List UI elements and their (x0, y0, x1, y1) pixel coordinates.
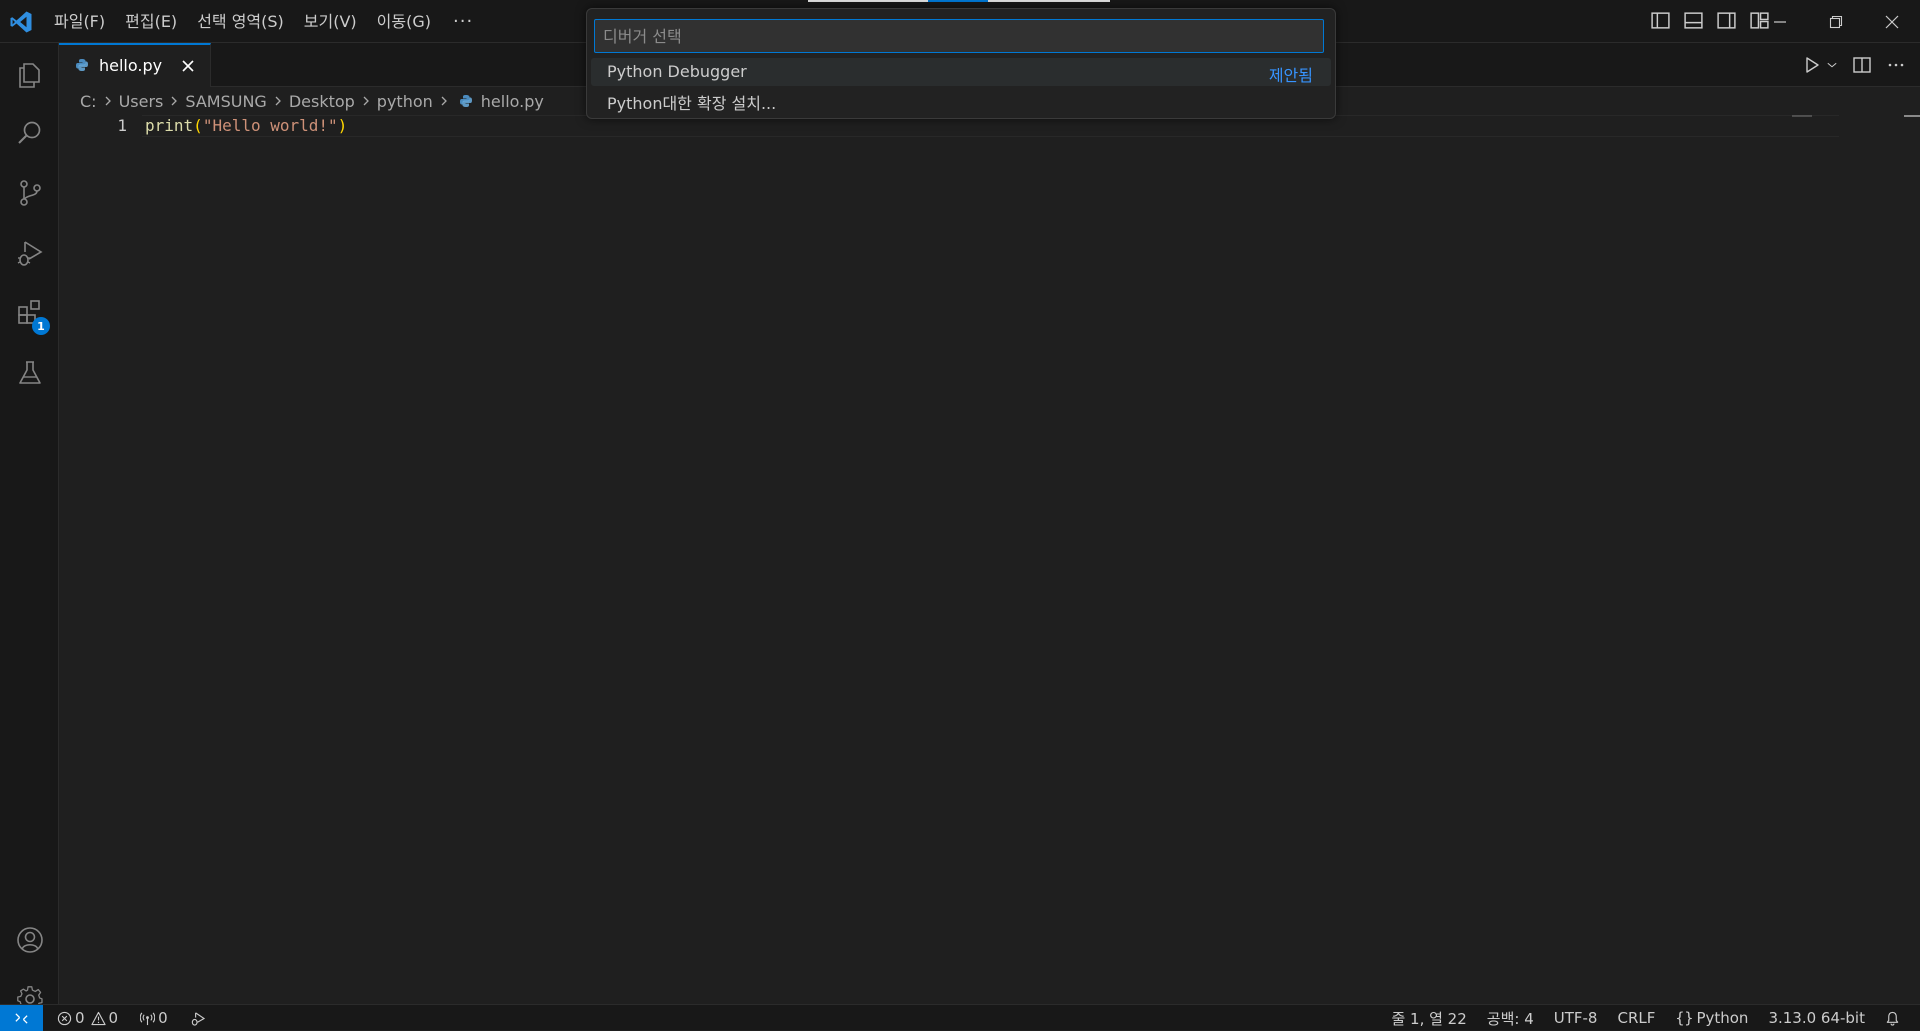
notifications-button[interactable] (1875, 1011, 1910, 1026)
warning-icon (90, 1011, 106, 1025)
activity-testing[interactable] (0, 345, 59, 401)
title-indicator-left (808, 0, 928, 2)
broadcast-icon (140, 1012, 156, 1025)
toggle-primary-sidebar-icon[interactable] (1650, 10, 1671, 31)
status-left: 0 0 0 (52, 1005, 210, 1031)
code-editor[interactable]: 1 print("Hello world!") (59, 115, 1920, 1004)
problems-button[interactable]: 0 0 (52, 1009, 123, 1027)
activity-search[interactable] (0, 105, 59, 161)
error-icon (57, 1011, 72, 1025)
breadcrumb-users[interactable]: Users (119, 92, 164, 111)
menu-view[interactable]: 보기(V) (294, 0, 367, 43)
close-window-button[interactable] (1864, 0, 1920, 43)
python-interpreter[interactable]: 3.13.0 64-bit (1758, 1009, 1875, 1027)
vertical-scrollbar[interactable] (1904, 115, 1920, 117)
ports-count: 0 (158, 1009, 168, 1027)
end-of-line[interactable]: CRLF (1607, 1009, 1665, 1027)
indentation[interactable]: 공백: 4 (1477, 1008, 1544, 1029)
window-controls (1752, 0, 1920, 43)
chevron-right-icon (441, 96, 447, 106)
remote-icon (15, 1012, 28, 1024)
chevron-right-icon (171, 96, 178, 106)
breadcrumb-python[interactable]: python (377, 92, 433, 111)
close-icon (1885, 15, 1899, 28)
run-dropdown-chevron-icon[interactable] (1826, 55, 1838, 75)
breadcrumb-desktop[interactable]: Desktop (289, 92, 355, 111)
restore-button[interactable] (1808, 0, 1864, 43)
explorer-icon (18, 63, 40, 88)
split-editor-icon[interactable] (1852, 55, 1872, 75)
toggle-secondary-sidebar-icon[interactable] (1716, 10, 1737, 31)
python-file-icon (76, 59, 88, 71)
minimize-icon (1774, 20, 1786, 23)
quick-pick-item-install-extension[interactable]: Python대한 확장 설치... (591, 86, 1331, 114)
extensions-badge: 1 (32, 317, 50, 335)
run-file-icon[interactable] (1802, 55, 1822, 75)
quick-pick-item-python-debugger[interactable]: Python Debugger 제안됨 (591, 58, 1331, 86)
search-icon (17, 121, 40, 144)
suggested-tag: 제안됨 (1268, 66, 1313, 85)
error-count: 0 (75, 1009, 85, 1027)
title-indicator-center (928, 0, 988, 2)
python-file-icon (459, 95, 472, 107)
menu-bar: 파일(F) 편집(E) 선택 영역(S) 보기(V) 이동(G) ··· (44, 0, 485, 43)
debugger-select-input[interactable] (594, 19, 1324, 53)
quick-pick-item-label: Python대한 확장 설치... (607, 94, 777, 113)
language-label: Python (1696, 1009, 1749, 1027)
activity-accounts[interactable] (0, 912, 59, 968)
breadcrumb-drive[interactable]: C: (80, 92, 97, 111)
title-indicator-right (988, 0, 1110, 2)
bell-icon (1886, 1011, 1899, 1026)
activity-run-debug[interactable] (0, 225, 59, 281)
chevron-right-icon (363, 96, 369, 106)
breadcrumb-samsung[interactable]: SAMSUNG (185, 92, 266, 111)
status-right: 줄 1, 열 22 공백: 4 UTF-8 CRLF {} Python 3.1… (1381, 1005, 1910, 1031)
warning-count: 0 (108, 1009, 119, 1027)
remote-indicator-button[interactable] (0, 1005, 43, 1031)
tab-hello-py[interactable]: hello.py (59, 43, 211, 87)
menu-edit[interactable]: 편집(E) (115, 0, 187, 43)
minimap[interactable] (1792, 115, 1812, 117)
activity-bar: 1 (0, 43, 59, 1013)
breadcrumb-file[interactable]: hello.py (481, 92, 544, 111)
activity-extensions[interactable]: 1 (0, 285, 59, 341)
code-function: print (145, 116, 194, 135)
toggle-panel-icon[interactable] (1683, 10, 1704, 31)
status-bar: 0 0 0 줄 1, 열 22 공백: 4 UTF-8 CRLF {} Pyth… (0, 1004, 1920, 1031)
ports-button[interactable]: 0 (135, 1009, 173, 1027)
chevron-right-icon (275, 96, 281, 106)
language-mode[interactable]: {} Python (1665, 1009, 1758, 1027)
cursor-position[interactable]: 줄 1, 열 22 (1381, 1008, 1476, 1029)
menu-more-icon[interactable]: ··· (441, 2, 485, 42)
activity-source-control[interactable] (0, 165, 59, 221)
debug-status-button[interactable] (185, 1011, 210, 1026)
line-number: 1 (117, 116, 127, 135)
quick-pick-widget: Python Debugger 제안됨 Python대한 확장 설치... (586, 8, 1336, 119)
chevron-right-icon (105, 96, 111, 106)
debug-alt-icon (191, 1011, 205, 1026)
menu-go[interactable]: 이동(G) (367, 0, 441, 43)
run-debug-icon (17, 241, 43, 266)
file-encoding[interactable]: UTF-8 (1544, 1009, 1608, 1027)
menu-selection[interactable]: 선택 영역(S) (187, 0, 294, 43)
testing-icon (18, 361, 41, 384)
quick-pick-item-label: Python Debugger (607, 62, 747, 81)
menu-file[interactable]: 파일(F) (44, 0, 115, 43)
code-string: "Hello world!" (202, 116, 338, 135)
code-paren-open: ( (193, 116, 203, 135)
breadcrumb: C: Users SAMSUNG Desktop python hello.py (80, 87, 544, 115)
accounts-icon (16, 927, 43, 953)
vscode-logo-icon[interactable] (9, 10, 33, 34)
more-actions-icon[interactable] (1886, 55, 1906, 75)
activity-explorer[interactable] (0, 47, 59, 103)
tab-close-icon[interactable] (180, 58, 196, 74)
source-control-icon (19, 180, 41, 206)
restore-icon (1829, 15, 1843, 28)
minimize-button[interactable] (1752, 0, 1808, 43)
braces-icon: {} (1675, 1009, 1694, 1027)
editor-actions (1802, 55, 1906, 75)
code-paren-close: ) (337, 116, 348, 135)
tab-label: hello.py (99, 56, 163, 75)
code-line[interactable]: print("Hello world!") (145, 115, 347, 137)
